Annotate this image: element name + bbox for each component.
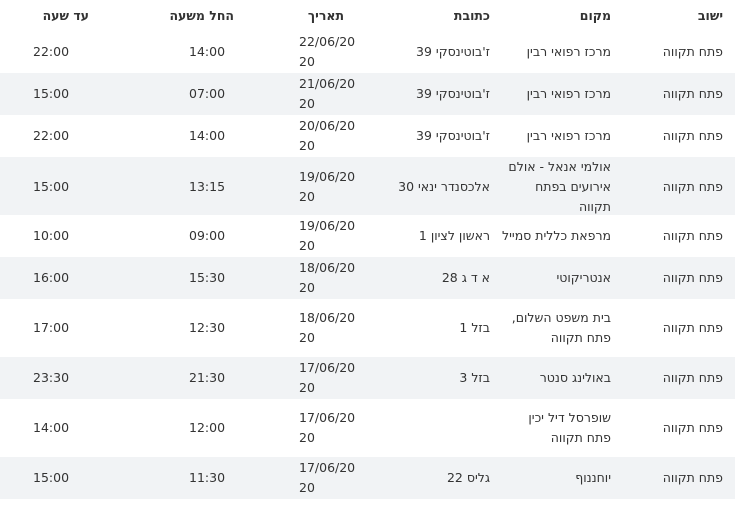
cell-place: יוחננוף bbox=[575, 470, 611, 485]
cell-city: פתח תקווה bbox=[662, 470, 723, 485]
cell-address: אלכסנדר ינאי 30 bbox=[398, 179, 490, 194]
exposure-locations-table: ישוב מקום כתובת תאריך החל משעה עד שעה פת… bbox=[0, 0, 735, 499]
cell-start-time: 07:00 bbox=[189, 86, 226, 101]
table-row: פתח תקווה אולמי אנאל - אולם אירועים בפתח … bbox=[0, 157, 735, 215]
cell-end-time: 14:00 bbox=[33, 420, 70, 435]
header-city: ישוב bbox=[697, 7, 723, 23]
cell-start-time: 12:00 bbox=[189, 420, 226, 435]
cell-date: 18/06/2020 bbox=[299, 310, 356, 345]
cell-start-time: 13:15 bbox=[189, 179, 226, 194]
cell-city: פתח תקווה bbox=[662, 228, 723, 243]
cell-place: באולינג סנטר bbox=[539, 370, 611, 385]
cell-date: 20/06/2020 bbox=[299, 118, 356, 153]
cell-end-time: 16:00 bbox=[33, 270, 70, 285]
cell-place: שופרסל דיל יכין פתח תקווה bbox=[528, 410, 611, 445]
cell-start-time: 15:30 bbox=[189, 270, 226, 285]
cell-start-time: 09:00 bbox=[189, 228, 226, 243]
cell-address: בזל 3 bbox=[459, 370, 490, 385]
cell-city: פתח תקווה bbox=[662, 320, 723, 335]
cell-start-time: 12:30 bbox=[189, 320, 226, 335]
cell-address: ראשון לציון 1 bbox=[418, 228, 490, 243]
header-date: תאריך bbox=[307, 7, 344, 23]
cell-place: אולמי אנאל - אולם אירועים בפתח תקווה bbox=[508, 159, 611, 214]
cell-end-time: 15:00 bbox=[33, 470, 70, 485]
cell-address: ז'בוטינסקי 39 bbox=[416, 44, 490, 59]
cell-date: 17/06/2020 bbox=[299, 410, 356, 445]
cell-end-time: 23:30 bbox=[33, 370, 70, 385]
cell-date: 17/06/2020 bbox=[299, 460, 356, 495]
table-row: פתח תקווה מרכז רפואי רבין ז'בוטינסקי 39 20/… bbox=[0, 115, 735, 157]
cell-date: 22/06/2020 bbox=[299, 34, 356, 69]
header-address: כתובת bbox=[453, 7, 490, 23]
cell-city: פתח תקווה bbox=[662, 270, 723, 285]
cell-address: א ד ג 28 bbox=[441, 270, 490, 285]
cell-date: 19/06/2020 bbox=[299, 218, 356, 253]
cell-address: ז'בוטינסקי 39 bbox=[416, 128, 490, 143]
table-body: פתח תקווה מרכז רפואי רבין ז'בוטינסקי 39 22/… bbox=[0, 31, 735, 499]
cell-city: פתח תקווה bbox=[662, 420, 723, 435]
table-row: פתח תקווה שופרסל דיל יכין פתח תקווה 17/06/… bbox=[0, 399, 735, 457]
cell-place: מרכז רפואי רבין bbox=[526, 44, 611, 59]
cell-date: 19/06/2020 bbox=[299, 169, 356, 204]
cell-address: גליס 22 bbox=[446, 470, 490, 485]
cell-start-time: 14:00 bbox=[189, 44, 226, 59]
cell-date: 17/06/2020 bbox=[299, 360, 356, 395]
table-row: פתח תקווה מרכז רפואי רבין ז'בוטינסקי 39 21/… bbox=[0, 73, 735, 115]
table-row: פתח תקווה מרפאת כללית סמייל ראשון לציון 1 1… bbox=[0, 215, 735, 257]
cell-place: מרכז רפואי רבין bbox=[526, 86, 611, 101]
cell-place: מרפאת כללית סמייל bbox=[502, 228, 611, 243]
table-row: פתח תקווה באולינג סנטר בזל 3 17/06/2020 21:3… bbox=[0, 357, 735, 399]
cell-city: פתח תקווה bbox=[662, 44, 723, 59]
cell-city: פתח תקווה bbox=[662, 86, 723, 101]
cell-end-time: 15:00 bbox=[33, 86, 70, 101]
cell-city: פתח תקווה bbox=[662, 179, 723, 194]
table-row: פתח תקווה בית משפט השלום, פתח תקווה בזל 1 1… bbox=[0, 299, 735, 357]
header-start-time: החל משעה bbox=[169, 7, 234, 23]
cell-address: ז'בוטינסקי 39 bbox=[416, 86, 490, 101]
cell-end-time: 22:00 bbox=[33, 44, 70, 59]
cell-date: 18/06/2020 bbox=[299, 260, 356, 295]
cell-start-time: 21:30 bbox=[189, 370, 226, 385]
header-place: מקום bbox=[579, 7, 611, 23]
table-row: פתח תקווה מרכז רפואי רבין ז'בוטינסקי 39 22/… bbox=[0, 31, 735, 73]
cell-place: מרכז רפואי רבין bbox=[526, 128, 611, 143]
cell-address: בזל 1 bbox=[459, 320, 490, 335]
table-row: פתח תקווה אנטריקוטי א ד ג 28 18/06/2020 15:3… bbox=[0, 257, 735, 299]
cell-city: פתח תקווה bbox=[662, 370, 723, 385]
table-row: פתח תקווה יוחננוף גליס 22 17/06/2020 11:30 15… bbox=[0, 457, 735, 499]
cell-end-time: 17:00 bbox=[33, 320, 70, 335]
cell-place: בית משפט השלום, פתח תקווה bbox=[511, 310, 611, 345]
header-end-time: עד שעה bbox=[42, 7, 89, 23]
cell-end-time: 22:00 bbox=[33, 128, 70, 143]
table-header-row: ישוב מקום כתובת תאריך החל משעה עד שעה bbox=[0, 0, 735, 31]
cell-city: פתח תקווה bbox=[662, 128, 723, 143]
cell-start-time: 11:30 bbox=[189, 470, 226, 485]
cell-place: אנטריקוטי bbox=[556, 270, 612, 285]
cell-end-time: 10:00 bbox=[33, 228, 70, 243]
cell-end-time: 15:00 bbox=[33, 179, 70, 194]
cell-date: 21/06/2020 bbox=[299, 76, 356, 111]
cell-start-time: 14:00 bbox=[189, 128, 226, 143]
